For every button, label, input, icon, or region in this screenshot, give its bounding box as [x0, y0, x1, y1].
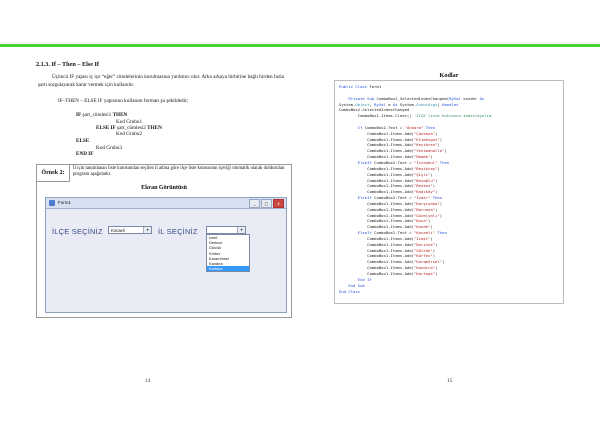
intro-paragraph: Üçüncü IF yapısı iç içe “eğer” cümleleri…: [38, 74, 284, 88]
syntax-condition: şart_cümlesi1: [81, 112, 113, 118]
right-page: Kodlar Public Class Form1 Private Sub Co…: [334, 72, 564, 304]
code-listing: Public Class Form1 Private Sub ComboBox2…: [339, 84, 561, 294]
form-window: Form1 _ □ x İLÇE SEÇİNİZ Kocaeli ▼ İL SE…: [45, 197, 287, 313]
left-page: 2.1.3. If – Then – Else If Üçüncü IF yap…: [28, 56, 292, 396]
il-dropdown-list[interactable]: İzmit Derince Gölcük Körfez Karamürsel K…: [206, 234, 250, 273]
section-heading: 2.1.3. If – Then – Else If: [36, 61, 99, 68]
syntax-line-1: IF şart_cümlesi1 THEN: [76, 112, 127, 118]
il-label: İL SEÇİNİZ: [158, 227, 198, 236]
window-title: Form1: [58, 200, 72, 205]
dropdown-item[interactable]: Kartepe: [207, 266, 249, 272]
chevron-down-icon[interactable]: ▼: [143, 227, 151, 233]
il-combobox[interactable]: ▼: [206, 226, 246, 234]
screen-title: Ekran Görüntüsü: [141, 185, 187, 191]
right-page-number: 15: [447, 378, 453, 384]
form-icon: [49, 200, 55, 206]
format-line: IF–THEN – ELSE IF yapısının kullanım for…: [58, 98, 189, 104]
syntax-line-5: ELSE: [76, 138, 90, 144]
ilce-label: İLÇE SEÇİNİZ: [52, 227, 103, 236]
chevron-down-icon[interactable]: ▼: [237, 227, 245, 233]
code-title: Kodlar: [439, 72, 459, 79]
syntax-keyword: ELSE IF: [96, 125, 116, 131]
window-titlebar: Form1 _ □ x: [46, 198, 286, 209]
syntax-keyword: THEN: [147, 125, 162, 131]
top-accent-line: [0, 44, 600, 47]
ilce-combobox[interactable]: Kocaeli ▼: [108, 226, 152, 234]
syntax-line-6: Kod Grubu3: [96, 145, 123, 151]
syntax-line-4: Kod Grubu2: [116, 131, 143, 137]
minimize-button[interactable]: _: [249, 199, 260, 208]
maximize-button[interactable]: □: [261, 199, 272, 208]
example-description: İl için tanımlanan liste kutusundan seçi…: [73, 166, 285, 178]
syntax-line-7: END IF: [76, 151, 94, 157]
close-button[interactable]: x: [273, 199, 284, 208]
ilce-combobox-value: Kocaeli: [111, 228, 125, 233]
syntax-keyword: THEN: [112, 112, 128, 118]
example-box: Örnek 2: İl için tanımlanan liste kutusu…: [36, 164, 292, 318]
left-page-number: 14: [145, 378, 151, 384]
example-label: Örnek 2:: [37, 165, 70, 182]
window-controls: _ □ x: [249, 199, 284, 208]
code-line: End Class: [339, 288, 361, 294]
